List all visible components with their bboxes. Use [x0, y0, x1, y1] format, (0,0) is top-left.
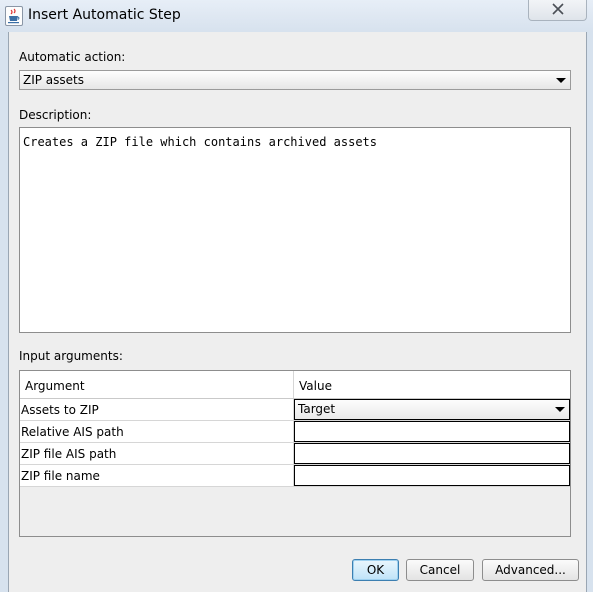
automatic-action-dropdown[interactable]: ZIP assets: [19, 70, 571, 90]
value-dropdown[interactable]: Target: [294, 399, 570, 420]
cancel-button[interactable]: Cancel: [406, 559, 474, 581]
window-frame-left: [0, 32, 8, 592]
close-icon: [551, 2, 565, 18]
table-header: Argument Value: [20, 371, 570, 399]
column-divider[interactable]: [293, 371, 294, 398]
column-header-value[interactable]: Value: [299, 379, 332, 393]
advanced-button[interactable]: Advanced...: [482, 559, 579, 581]
table-row: ZIP file AIS path: [20, 443, 570, 465]
chevron-down-icon: [555, 407, 565, 412]
description-label: Description:: [19, 108, 92, 122]
argument-cell[interactable]: ZIP file name: [21, 469, 100, 483]
value-dropdown-text: Target: [298, 402, 336, 416]
value-input[interactable]: [294, 465, 570, 486]
argument-cell[interactable]: Assets to ZIP: [21, 403, 99, 417]
title-bar: Insert Automatic Step: [0, 0, 593, 32]
chevron-down-icon: [556, 78, 566, 83]
dialog-content: Automatic action: ZIP assets Description…: [8, 32, 587, 592]
table-row: Relative AIS path: [20, 421, 570, 443]
column-header-argument[interactable]: Argument: [25, 379, 85, 393]
window-title: Insert Automatic Step: [28, 7, 181, 23]
description-textarea[interactable]: Creates a ZIP file which contains archiv…: [19, 127, 571, 333]
description-text: Creates a ZIP file which contains archiv…: [23, 135, 378, 149]
ok-button[interactable]: OK: [352, 559, 399, 581]
argument-cell[interactable]: ZIP file AIS path: [21, 447, 116, 461]
arguments-table: Argument Value Assets to ZIP Target Rela…: [19, 370, 571, 537]
value-input[interactable]: [294, 443, 570, 464]
table-row: ZIP file name: [20, 465, 570, 487]
automatic-action-label: Automatic action:: [19, 50, 126, 64]
automatic-action-value: ZIP assets: [23, 73, 85, 87]
input-arguments-label: Input arguments:: [19, 349, 123, 363]
table-row: Assets to ZIP Target: [20, 399, 570, 421]
java-cup-icon: [5, 6, 23, 26]
value-input[interactable]: [294, 421, 570, 442]
close-button[interactable]: [528, 0, 587, 21]
argument-cell[interactable]: Relative AIS path: [21, 425, 124, 439]
